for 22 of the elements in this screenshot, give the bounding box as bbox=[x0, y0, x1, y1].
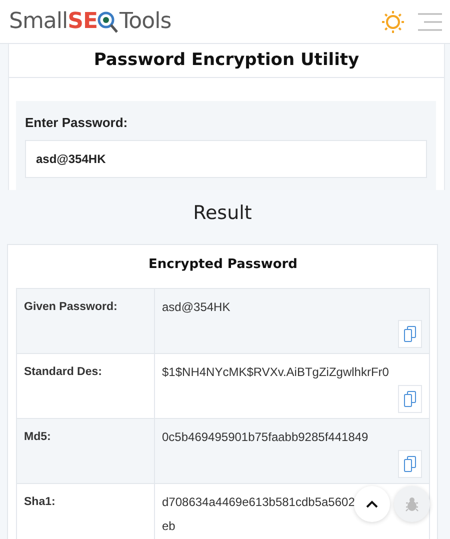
copy-icon bbox=[404, 326, 416, 342]
page-title: Password Encryption Utility bbox=[9, 44, 444, 78]
row-label: Sha1: bbox=[17, 484, 155, 539]
result-title: Result bbox=[192, 202, 253, 224]
sun-icon[interactable] bbox=[380, 8, 406, 34]
hash-value: $1$NH4NYcMK$RVXv.AiBTgZiZgwlhkrFr0 bbox=[162, 364, 389, 381]
hash-value: 0c5b469495901b75faabb9285f441849 bbox=[162, 429, 368, 446]
field-label: Enter Password: bbox=[25, 115, 129, 130]
menu-icon[interactable] bbox=[418, 12, 442, 32]
hash-value: d708634a4469e613b581cdb5a5602 bbox=[162, 494, 355, 511]
copy-icon bbox=[404, 456, 416, 472]
card-title: Encrypted Password bbox=[148, 256, 298, 274]
hash-value: asd@354HK bbox=[162, 299, 230, 316]
copy-button[interactable] bbox=[398, 320, 422, 348]
copy-button[interactable] bbox=[398, 385, 422, 413]
logo[interactable]: SmallSE Tools bbox=[9, 9, 172, 34]
bug-icon bbox=[405, 496, 419, 512]
copy-button[interactable] bbox=[398, 450, 422, 478]
copy-icon bbox=[404, 391, 416, 407]
hash-value: eb bbox=[162, 518, 176, 535]
caret-up-icon bbox=[366, 500, 378, 508]
password-field[interactable]: asd@354HK bbox=[25, 140, 427, 178]
